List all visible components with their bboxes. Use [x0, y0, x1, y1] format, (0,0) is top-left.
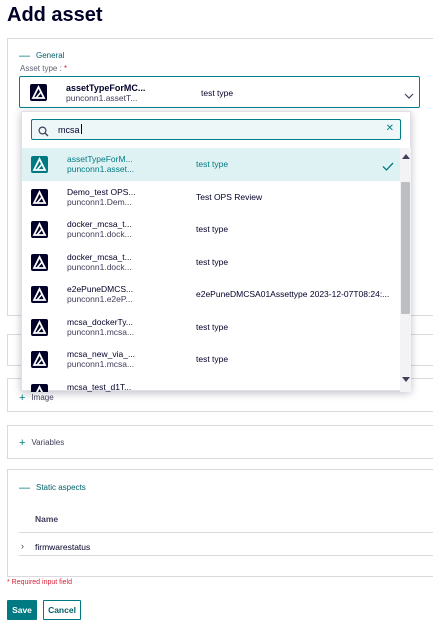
- clear-icon[interactable]: ✕: [386, 123, 394, 134]
- static-aspects-section-header[interactable]: — Static aspects: [19, 481, 86, 494]
- dropdown-option[interactable]: Demo_test OPS... punconn1.Dem... Test OPS …: [22, 181, 400, 214]
- collapse-icon: —: [19, 49, 30, 62]
- option-name: mcsa_dockerTy...: [67, 316, 133, 327]
- asset-type-logo-icon: [31, 351, 48, 373]
- option-id: punconn1.mcsa...: [67, 359, 135, 369]
- table-divider: [19, 532, 433, 533]
- option-name: mcsa_test_d1T...: [67, 381, 132, 392]
- general-section-title: General: [36, 51, 65, 60]
- selected-asset-type-id: punconn1.assetT...: [66, 93, 138, 103]
- dropdown-option[interactable]: mcsa_dockerTy... punconn1.mcsa... test typ…: [22, 311, 400, 344]
- asset-type-logo-icon: [31, 318, 48, 341]
- check-icon: [382, 158, 394, 176]
- option-name: docker_mcsa_t...: [67, 251, 132, 262]
- dropdown-option[interactable]: docker_mcsa_t... punconn1.dock... test typ…: [22, 246, 400, 279]
- asset-type-logo-icon: [31, 188, 48, 211]
- search-icon: [38, 124, 49, 142]
- cancel-button[interactable]: Cancel: [43, 600, 81, 620]
- option-type: test type: [196, 224, 229, 234]
- option-name: docker_mcsa_t...: [67, 219, 132, 229]
- chevron-down-icon[interactable]: [404, 87, 414, 105]
- option-id: punconn1.dock...: [67, 229, 132, 239]
- asset-type-select[interactable]: assetTypeForMC... punconn1.assetT... tes…: [19, 76, 420, 108]
- general-section-header[interactable]: — General: [19, 49, 65, 62]
- asset-type-label: Asset type : *: [20, 64, 68, 73]
- option-id: punconn1.dock...: [67, 261, 132, 272]
- page-title: Add asset: [7, 4, 103, 26]
- save-button[interactable]: Save: [7, 600, 37, 620]
- expand-icon: +: [19, 391, 26, 404]
- option-id: punconn1.asset...: [67, 164, 135, 174]
- table-row[interactable]: firmwarestatus: [35, 542, 90, 552]
- selected-asset-type-name: assetTypeForMC...: [66, 83, 146, 93]
- required-marker: *: [64, 64, 68, 73]
- asset-type-logo-icon: [31, 383, 48, 392]
- dropdown-search-input[interactable]: mcsa ✕: [31, 119, 401, 140]
- variables-section: [7, 425, 433, 459]
- dropdown-option[interactable]: assetTypeForM... punconn1.asset... test ty…: [22, 148, 400, 181]
- search-value: mcsa: [58, 124, 82, 135]
- option-name: e2ePuneDMCS...: [67, 284, 134, 294]
- table-divider: [19, 555, 433, 556]
- option-name: Demo_test OPS...: [67, 186, 136, 197]
- option-type: test type: [196, 354, 229, 364]
- dropdown-option[interactable]: docker_mcsa_t... punconn1.dock... test typ…: [22, 213, 400, 246]
- option-name: mcsa_new_via_...: [67, 349, 136, 359]
- asset-type-logo-icon: [31, 221, 48, 243]
- dropdown-scrollbar[interactable]: [400, 148, 411, 392]
- variables-section-header[interactable]: + Variables: [19, 436, 65, 449]
- image-section-title: Image: [31, 393, 54, 402]
- option-type: test type: [196, 321, 229, 332]
- variables-section-title: Variables: [31, 438, 65, 447]
- asset-type-logo-icon: [31, 253, 48, 276]
- option-type: test type: [196, 256, 229, 267]
- dropdown-options: assetTypeForM... punconn1.asset... test ty…: [22, 148, 400, 392]
- chevron-right-icon[interactable]: ›: [21, 541, 24, 551]
- option-name: assetTypeForM...: [67, 154, 133, 164]
- static-aspects-section-title: Static aspects: [36, 483, 86, 492]
- dropdown-option[interactable]: e2ePuneDMCS... punconn1.e2eP... e2ePuneDMC…: [22, 278, 400, 311]
- required-note: * Required input field: [7, 579, 72, 586]
- column-header-name[interactable]: Name: [35, 514, 58, 524]
- asset-type-dropdown: mcsa ✕ assetTypeForM... punconn1.asset...…: [21, 111, 411, 392]
- expand-icon: +: [19, 436, 26, 449]
- asset-type-logo-icon: [31, 286, 48, 308]
- option-id: punconn1.mcsa...: [67, 326, 135, 337]
- dropdown-option[interactable]: mcsa_test_d1T...: [22, 376, 400, 392]
- scroll-up-icon: [402, 154, 410, 159]
- asset-type-logo-icon: [30, 84, 47, 106]
- option-type: Test OPS Review: [196, 191, 263, 202]
- scroll-down-icon: [402, 377, 410, 382]
- option-type: e2ePuneDMCSA01Assettype 2023-12-07T08:24…: [196, 289, 390, 299]
- image-section-header[interactable]: + Image: [19, 391, 54, 404]
- option-type: test type: [196, 159, 229, 169]
- option-id: punconn1.Dem...: [67, 196, 132, 207]
- dropdown-option[interactable]: mcsa_new_via_... punconn1.mcsa... test typ…: [22, 343, 400, 376]
- option-id: punconn1.e2eP...: [67, 294, 133, 304]
- asset-type-logo-icon: [31, 156, 48, 178]
- collapse-icon: —: [19, 481, 30, 494]
- selected-asset-type-description: test type: [201, 88, 234, 98]
- scroll-thumb: [401, 182, 410, 314]
